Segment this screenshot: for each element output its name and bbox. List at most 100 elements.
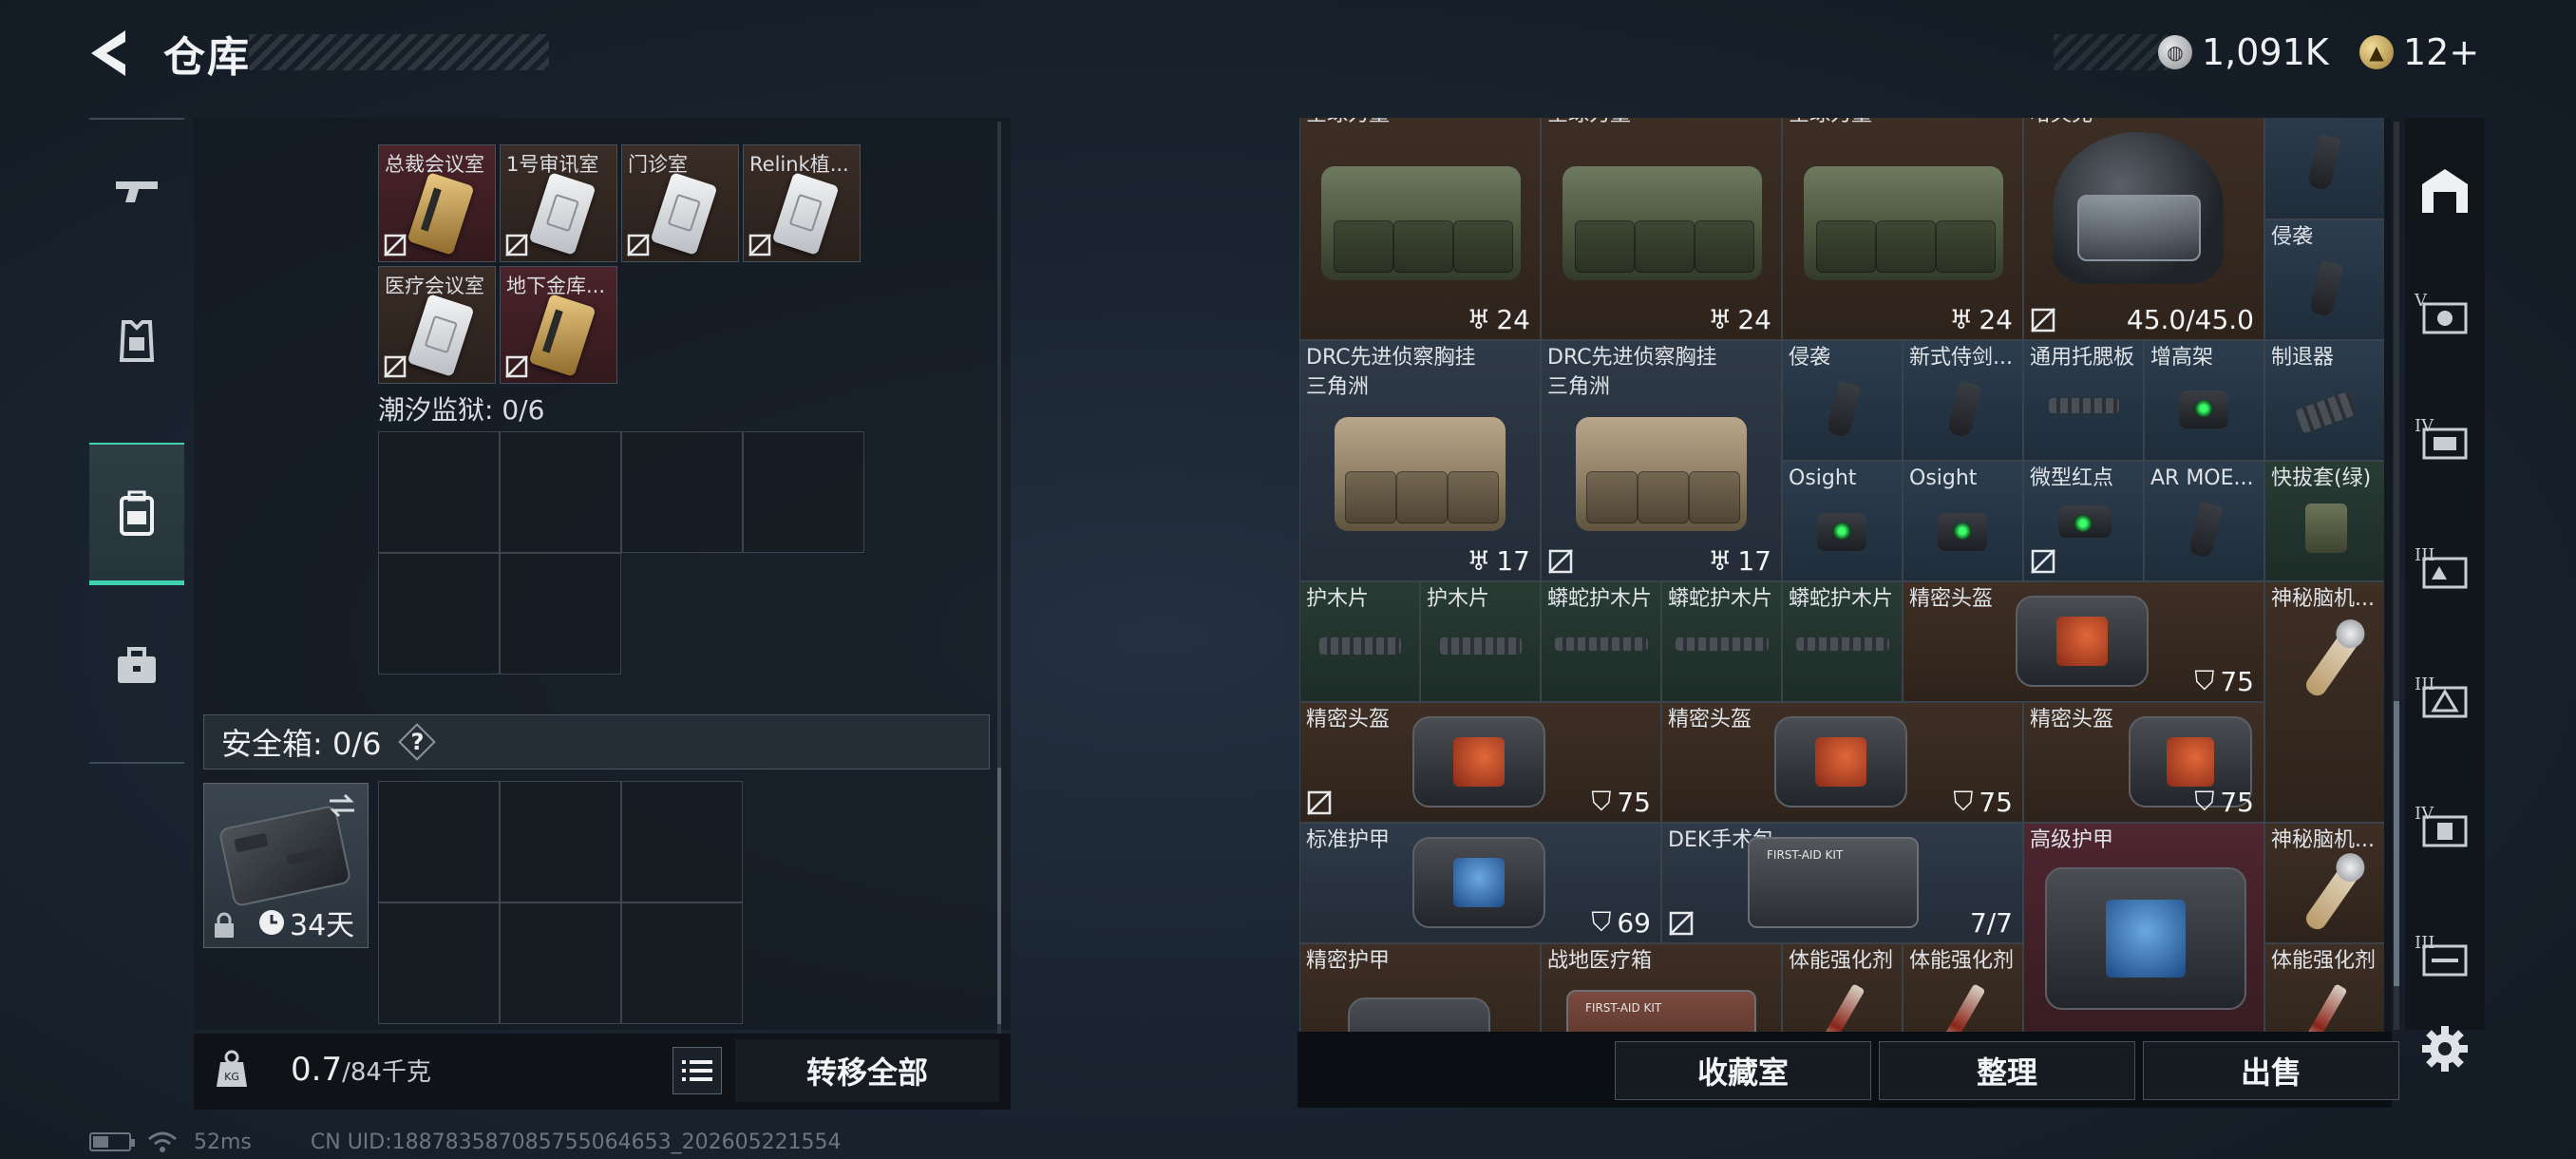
inventory-item[interactable]: 精密头盔 ⛉ 75 xyxy=(1903,581,2264,702)
inventory-item[interactable]: 标准护甲 ⛉ 69 xyxy=(1299,823,1661,943)
empty-slot[interactable] xyxy=(743,431,864,553)
sort-button[interactable]: 整理 xyxy=(1879,1041,2135,1100)
item-count: ⛉ 69 xyxy=(1591,906,1651,939)
inventory-item[interactable]: 体能强化剂 xyxy=(1903,943,2023,1032)
inventory-item[interactable]: 侵袭 xyxy=(2264,219,2384,340)
inventory-item[interactable]: 护木片 xyxy=(1299,581,1420,702)
surgery-kit-image xyxy=(1748,837,1919,928)
inventory-item[interactable]: 全球力量 ♅24 xyxy=(1541,118,1782,340)
inventory-item[interactable]: DEK手术包 7/7 xyxy=(1661,823,2023,943)
keycard-item[interactable]: 地下金库... xyxy=(500,266,617,384)
inventory-item[interactable]: 精密护甲 xyxy=(1299,943,1541,1032)
storage-tab-main[interactable] xyxy=(2405,152,2485,232)
item-label: 侵袭 xyxy=(2271,225,2314,249)
inventory-item[interactable]: 精密头盔 ⛉ 75 xyxy=(1661,702,2023,823)
inventory-item[interactable]: 高级护甲 xyxy=(2023,823,2264,1032)
inventory-item[interactable]: 增高架 xyxy=(2144,340,2264,461)
keycard-item[interactable]: 医疗会议室 xyxy=(378,266,496,384)
item-count-value: 75 xyxy=(2220,665,2254,697)
inventory-item[interactable]: 蟒蛇护木片 xyxy=(1782,581,1903,702)
item-count: 7/7 xyxy=(1970,907,2013,939)
inventory-item[interactable]: 通用托腮板 xyxy=(2023,340,2144,461)
inventory-item[interactable]: 蟒蛇护木片 xyxy=(1661,581,1782,702)
nav-backpack[interactable] xyxy=(89,443,184,585)
inventory-scrollbar[interactable] xyxy=(997,122,1001,1034)
storage-tab-iii[interactable]: III xyxy=(2405,532,2485,612)
inventory-item[interactable]: 蟒蛇护木片 xyxy=(1541,581,1661,702)
storage-tab-iii-b[interactable]: III xyxy=(2405,661,2485,741)
transfer-all-button[interactable]: 转移全部 xyxy=(735,1039,999,1102)
storage-tab-iv[interactable]: IV xyxy=(2405,403,2485,483)
weight-icon: KG xyxy=(217,1050,247,1087)
sell-button[interactable]: 出售 xyxy=(2143,1041,2399,1100)
swap-icon[interactable] xyxy=(326,791,358,820)
keycard-item[interactable]: Relink植... xyxy=(743,144,861,262)
empty-slot[interactable] xyxy=(500,553,621,674)
keycard-item[interactable]: 1号审讯室 xyxy=(500,144,617,262)
empty-slot[interactable] xyxy=(500,431,621,553)
empty-slot[interactable] xyxy=(621,781,743,902)
empty-slot[interactable] xyxy=(621,431,743,553)
inventory-item[interactable]: 体能强化剂 xyxy=(2264,943,2384,1032)
keycard-image xyxy=(650,172,718,256)
safe-case-item[interactable]: 34天 xyxy=(203,783,369,948)
inventory-item[interactable]: 全球力量 ♅24 xyxy=(1299,118,1541,340)
inventory-item[interactable]: AR MOE... xyxy=(2144,461,2264,581)
nav-weapons[interactable] xyxy=(89,120,184,262)
gold-coin-icon: ▲ xyxy=(2359,35,2394,69)
inventory-item[interactable]: DRC先进侦察胸挂 三角洲 ♅ 17 xyxy=(1299,340,1541,581)
settings-button[interactable] xyxy=(2416,1020,2473,1077)
inventory-item[interactable]: 侵袭 xyxy=(1782,340,1903,461)
keycard-item[interactable]: 总裁会议室 xyxy=(378,144,496,262)
inventory-item[interactable]: 哈夫克 45.0/45.0 xyxy=(2023,118,2264,340)
empty-slot[interactable] xyxy=(621,902,743,1024)
inventory-item[interactable]: 微型红点 xyxy=(2023,461,2144,581)
item-label: 蟒蛇护木片 xyxy=(1668,587,1773,611)
item-sublabel: 三角洲 xyxy=(1306,375,1370,399)
inventory-item[interactable] xyxy=(2264,118,2384,219)
back-button[interactable] xyxy=(84,25,141,82)
inventory-item[interactable]: 神秘脑机... xyxy=(2264,581,2384,823)
storage-tab-v[interactable]: V xyxy=(2405,277,2485,357)
empty-slot[interactable] xyxy=(500,781,621,902)
item-label: 战地医疗箱 xyxy=(1547,949,1653,973)
inventory-item[interactable]: Osight xyxy=(1903,461,2023,581)
shield-icon: ⛉ xyxy=(2194,665,2215,696)
inventory-item[interactable]: 护木片 xyxy=(1420,581,1541,702)
empty-slot[interactable] xyxy=(378,431,500,553)
storage-tab-iv-b[interactable]: IV xyxy=(2405,790,2485,870)
empty-slot[interactable] xyxy=(378,781,500,902)
handguard-image xyxy=(1555,637,1648,651)
inventory-item[interactable]: DRC先进侦察胸挂 三角洲 ♅ 17 xyxy=(1541,340,1782,581)
no-bind-icon xyxy=(1548,549,1573,574)
empty-slot[interactable] xyxy=(378,553,500,674)
storage-tab-iii-c[interactable]: III xyxy=(2405,920,2485,999)
gold-currency[interactable]: ▲ 12+ xyxy=(2359,28,2479,76)
inventory-item[interactable]: 快拔套(绿) xyxy=(2264,461,2384,581)
inventory-item[interactable]: 全球力量 ♅24 xyxy=(1782,118,2023,340)
collection-room-button[interactable]: 收藏室 xyxy=(1615,1041,1871,1100)
inventory-item[interactable]: 新式侍剑... xyxy=(1903,340,2023,461)
nav-case[interactable] xyxy=(89,595,184,737)
help-button[interactable]: ? xyxy=(398,723,436,761)
inventory-item[interactable]: 精密头盔 ⛉ 75 xyxy=(2023,702,2264,823)
inventory-item[interactable]: 精密头盔 ⛉ 75 xyxy=(1299,702,1661,823)
injector-image xyxy=(2302,983,2348,1032)
shield-icon: ⛉ xyxy=(1953,786,1974,817)
warehouse-scrollbar[interactable] xyxy=(2394,122,2399,1030)
nav-armor[interactable] xyxy=(89,270,184,412)
inventory-item[interactable]: 战地医疗箱 xyxy=(1541,943,1782,1032)
inventory-item[interactable]: 神秘脑机... xyxy=(2264,823,2384,943)
list-view-button[interactable] xyxy=(672,1047,722,1094)
inventory-item[interactable]: 体能强化剂 xyxy=(1782,943,1903,1032)
briefcase-icon xyxy=(118,647,156,683)
item-label: AR MOE... xyxy=(2150,466,2254,490)
case-days: 34天 xyxy=(290,909,355,942)
keycard-item[interactable]: 门诊室 xyxy=(621,144,739,262)
silver-coin-icon: ◍ xyxy=(2158,35,2192,69)
inventory-item[interactable]: 制退器 xyxy=(2264,340,2384,461)
case-expiry: 34天 xyxy=(257,902,354,943)
empty-slot[interactable] xyxy=(500,902,621,1024)
empty-slot[interactable] xyxy=(378,902,500,1024)
inventory-item[interactable]: Osight xyxy=(1782,461,1903,581)
